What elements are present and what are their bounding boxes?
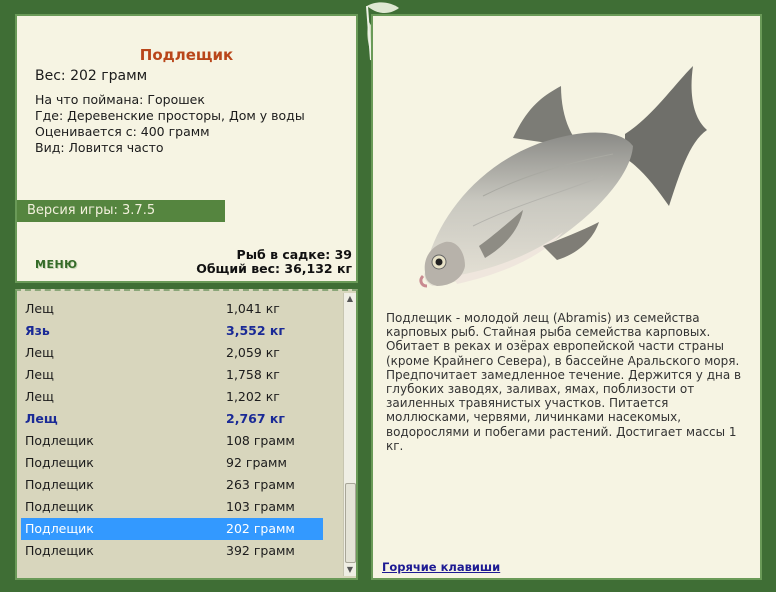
bream-fish-image xyxy=(419,66,707,288)
catch-fish-weight: 2,059 кг xyxy=(226,345,280,360)
catch-fish-weight: 103 грамм xyxy=(226,499,295,514)
catch-fish-weight: 1,202 кг xyxy=(226,389,280,404)
catch-list-row[interactable]: Подлещик 103 грамм xyxy=(21,496,323,518)
scroll-thumb[interactable] xyxy=(345,483,356,563)
hotkeys-link[interactable]: Горячие клавиши xyxy=(382,560,500,574)
catch-fish-name: Подлещик xyxy=(25,455,94,470)
version-bar: Версия игры: 3.7.5 xyxy=(17,200,225,222)
catch-list-row[interactable]: Лещ 1,041 кг xyxy=(21,298,323,320)
catch-fish-weight: 2,767 кг xyxy=(226,411,285,426)
detail-location: Где: Деревенские просторы, Дом у воды xyxy=(35,108,305,123)
catch-fish-name: Подлещик xyxy=(25,543,94,558)
catch-fish-name: Язь xyxy=(25,323,50,338)
catch-fish-name: Лещ xyxy=(25,301,54,316)
catch-list-row[interactable]: Подлещик 108 грамм xyxy=(21,430,323,452)
detail-bait: На что поймана: Горошек xyxy=(35,92,205,107)
catch-list-row[interactable]: Подлещик 202 грамм xyxy=(21,518,323,540)
catch-stats: Рыб в садке: 39 Общий вес: 36,132 кг xyxy=(196,248,352,276)
fish-description-panel: Подлещик - молодой лещ (Abramis) из семе… xyxy=(371,14,762,580)
catch-list-row[interactable]: Лещ 1,758 кг xyxy=(21,364,323,386)
catch-fish-name: Лещ xyxy=(25,345,54,360)
catch-fish-weight: 1,758 кг xyxy=(226,367,280,382)
catch-list-row[interactable]: Язь 3,552 кг xyxy=(21,320,323,342)
detail-price: Оценивается с: 400 грамм xyxy=(35,124,210,139)
fish-description: Подлещик - молодой лещ (Abramis) из семе… xyxy=(386,311,742,453)
catch-fish-name: Лещ xyxy=(25,411,58,426)
catch-list-row[interactable]: Лещ 2,767 кг xyxy=(21,408,323,430)
catch-list-row[interactable]: Подлещик 92 грамм xyxy=(21,452,323,474)
catch-fish-weight: 202 грамм xyxy=(226,521,295,536)
menu-button[interactable]: МЕНЮ xyxy=(35,258,78,271)
catch-fish-name: Подлещик xyxy=(25,521,94,536)
catch-list: Лещ 1,041 кг Язь 3,552 кг Лещ 2,059 кг Лещ 1,75… xyxy=(21,298,323,562)
catch-list-panel: Лещ 1,041 кг Язь 3,552 кг Лещ 2,059 кг Лещ 1,75… xyxy=(15,289,358,580)
catch-list-row[interactable]: Лещ 2,059 кг xyxy=(21,342,323,364)
catch-fish-weight: 92 грамм xyxy=(226,455,287,470)
fish-title: Подлещик xyxy=(139,46,234,64)
catch-list-scrollbar[interactable]: ▲ ▼ xyxy=(343,293,356,576)
catch-fish-weight: 263 грамм xyxy=(226,477,295,492)
catch-fish-weight: 1,041 кг xyxy=(226,301,280,316)
fish-details: На что поймана: Горошек Где: Деревенские… xyxy=(35,92,305,156)
catch-fish-weight: 3,552 кг xyxy=(226,323,285,338)
scroll-up-arrow-icon[interactable]: ▲ xyxy=(344,293,356,305)
catch-fish-weight: 392 грамм xyxy=(226,543,295,558)
catch-fish-name: Подлещик xyxy=(25,433,94,448)
fish-info-panel: Подлещик Вес: 202 грамм На что поймана: … xyxy=(15,14,358,283)
catch-list-row[interactable]: Подлещик 392 грамм xyxy=(21,540,323,562)
scroll-down-arrow-icon[interactable]: ▼ xyxy=(344,564,356,576)
catch-list-row[interactable]: Подлещик 263 грамм xyxy=(21,474,323,496)
catch-fish-name: Подлещик xyxy=(25,499,94,514)
catch-fish-weight: 108 грамм xyxy=(226,433,295,448)
fish-count: Рыб в садке: 39 xyxy=(236,247,352,262)
fish-weight: Вес: 202 грамм xyxy=(35,68,148,84)
catch-list-row[interactable]: Лещ 1,202 кг xyxy=(21,386,323,408)
catch-fish-name: Лещ xyxy=(25,389,54,404)
detail-frequency: Вид: Ловится часто xyxy=(35,140,164,155)
catch-fish-name: Подлещик xyxy=(25,477,94,492)
catch-fish-name: Лещ xyxy=(25,367,54,382)
total-weight: Общий вес: 36,132 кг xyxy=(196,261,352,276)
